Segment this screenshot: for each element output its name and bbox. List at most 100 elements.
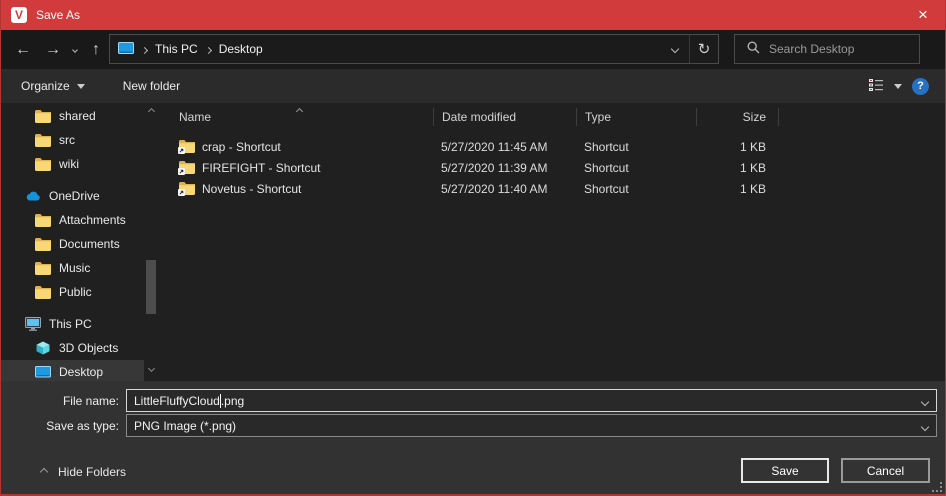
- forward-button[interactable]: →: [39, 30, 67, 69]
- breadcrumb-this-pc[interactable]: This PC: [155, 42, 198, 56]
- sidebar-item-label: shared: [59, 109, 96, 123]
- desktop-location-icon: [118, 42, 134, 56]
- sidebar-item-label: 3D Objects: [59, 341, 118, 355]
- content-area: shared src wiki: [1, 103, 945, 381]
- dropdown-triangle-icon: [77, 84, 85, 89]
- save-as-dialog: V Save As × ← → ↑ This PC Desktop ↻: [0, 0, 946, 496]
- scroll-up-icon[interactable]: [144, 104, 158, 118]
- sidebar-item-this-pc[interactable]: This PC: [1, 312, 144, 336]
- new-folder-label: New folder: [123, 79, 180, 93]
- column-header-size[interactable]: Size: [696, 108, 778, 126]
- cancel-button[interactable]: Cancel: [841, 458, 930, 483]
- breadcrumb-desktop[interactable]: Desktop: [219, 42, 263, 56]
- sidebar-item-label: Attachments: [59, 213, 126, 227]
- hide-folders-button[interactable]: Hide Folders: [41, 465, 126, 479]
- file-name-label: File name:: [1, 394, 126, 408]
- organize-button[interactable]: Organize: [11, 69, 95, 103]
- navigation-bar: ← → ↑ This PC Desktop ↻: [1, 30, 945, 69]
- search-box[interactable]: [734, 34, 920, 64]
- sidebar-group-gap: [1, 304, 144, 312]
- folder-icon: [35, 238, 51, 251]
- previous-locations-chevron-icon[interactable]: [661, 35, 689, 63]
- breadcrumb-separator-icon: [142, 42, 147, 56]
- sidebar-item-label: wiki: [59, 157, 79, 171]
- sidebar-item-documents[interactable]: Documents: [1, 232, 144, 256]
- folder-shortcut-icon: [179, 161, 195, 174]
- sidebar-group-gap: [1, 176, 144, 184]
- view-dropdown-triangle-icon[interactable]: [894, 84, 902, 89]
- address-bar[interactable]: This PC Desktop ↻: [109, 34, 719, 64]
- sidebar-items: shared src wiki: [1, 104, 144, 381]
- sidebar-item-attachments[interactable]: Attachments: [1, 208, 144, 232]
- new-folder-button[interactable]: New folder: [113, 69, 190, 103]
- organize-label: Organize: [21, 79, 70, 93]
- folder-shortcut-icon: [179, 140, 195, 153]
- file-name-text-before-caret: LittleFluffyCloud: [134, 394, 220, 408]
- computer-icon: [25, 317, 41, 331]
- refresh-icon[interactable]: ↻: [690, 35, 718, 63]
- file-type: Shortcut: [576, 161, 696, 175]
- onedrive-cloud-icon: [25, 190, 41, 202]
- sidebar-item-shared[interactable]: shared: [1, 104, 144, 128]
- sidebar-item-label: Desktop: [59, 365, 103, 379]
- sidebar-item-src[interactable]: src: [1, 128, 144, 152]
- desktop-icon: [35, 366, 51, 379]
- folder-icon: [35, 110, 51, 123]
- column-header-end-divider: [778, 108, 779, 126]
- file-name: crap - Shortcut: [202, 140, 281, 154]
- file-type: Shortcut: [576, 140, 696, 154]
- toolbar-right-group: ?: [868, 78, 945, 95]
- folder-icon: [35, 158, 51, 171]
- sidebar-item-label: src: [59, 133, 75, 147]
- sidebar-item-label: Public: [59, 285, 92, 299]
- breadcrumb-separator-icon: [206, 42, 211, 56]
- resize-grip[interactable]: [933, 483, 942, 492]
- file-list: Name Date modified Type Size cra: [161, 103, 945, 381]
- file-name: FIREFIGHT - Shortcut: [202, 161, 320, 175]
- folder-icon: [35, 134, 51, 147]
- folder-icon: [35, 214, 51, 227]
- chevron-up-icon: [40, 468, 48, 476]
- file-name-input[interactable]: LittleFluffyCloud.png: [126, 389, 937, 412]
- file-type: Shortcut: [576, 182, 696, 196]
- vivaldi-app-icon: V: [11, 7, 27, 23]
- save-as-type-label: Save as type:: [1, 419, 126, 433]
- save-as-type-select[interactable]: PNG Image (*.png): [126, 414, 937, 437]
- command-toolbar: Organize New folder ?: [1, 69, 945, 103]
- file-row-crap-shortcut[interactable]: crap - Shortcut 5/27/2020 11:45 AM Short…: [161, 136, 945, 157]
- folder-icon: [35, 262, 51, 275]
- chevron-down-icon[interactable]: [922, 419, 928, 433]
- close-icon[interactable]: ×: [900, 0, 946, 30]
- sidebar-item-public[interactable]: Public: [1, 280, 144, 304]
- up-button[interactable]: ↑: [83, 30, 109, 69]
- save-as-type-value: PNG Image (*.png): [134, 419, 236, 433]
- file-name: Novetus - Shortcut: [202, 182, 301, 196]
- scroll-down-icon[interactable]: [144, 361, 158, 375]
- chevron-down-icon[interactable]: [922, 394, 928, 408]
- column-header-date-modified[interactable]: Date modified: [433, 108, 576, 126]
- file-date-modified: 5/27/2020 11:39 AM: [433, 161, 576, 175]
- sidebar-item-music[interactable]: Music: [1, 256, 144, 280]
- help-icon[interactable]: ?: [912, 78, 929, 95]
- file-date-modified: 5/27/2020 11:45 AM: [433, 140, 576, 154]
- file-size: 1 KB: [696, 182, 778, 196]
- save-button[interactable]: Save: [741, 458, 829, 483]
- file-row-firefight-shortcut[interactable]: FIREFIGHT - Shortcut 5/27/2020 11:39 AM …: [161, 157, 945, 178]
- search-icon: [747, 41, 760, 57]
- scrollbar-thumb[interactable]: [146, 260, 156, 314]
- shortcut-arrow-icon: [178, 189, 185, 196]
- sidebar-item-wiki[interactable]: wiki: [1, 152, 144, 176]
- sidebar-item-desktop[interactable]: Desktop: [1, 360, 144, 381]
- column-header-type[interactable]: Type: [576, 108, 696, 126]
- folder-icon: [35, 286, 51, 299]
- sidebar-item-onedrive[interactable]: OneDrive: [1, 184, 144, 208]
- sort-ascending-icon: [297, 103, 302, 117]
- sidebar-item-3d-objects[interactable]: 3D Objects: [1, 336, 144, 360]
- back-button[interactable]: ←: [9, 30, 37, 69]
- recent-locations-chevron-icon[interactable]: [67, 30, 83, 69]
- file-rows: crap - Shortcut 5/27/2020 11:45 AM Short…: [161, 136, 945, 199]
- file-row-novetus-shortcut[interactable]: Novetus - Shortcut 5/27/2020 11:40 AM Sh…: [161, 178, 945, 199]
- search-input[interactable]: [769, 42, 889, 56]
- change-view-icon[interactable]: [868, 78, 884, 95]
- sidebar-scrollbar[interactable]: [144, 104, 158, 381]
